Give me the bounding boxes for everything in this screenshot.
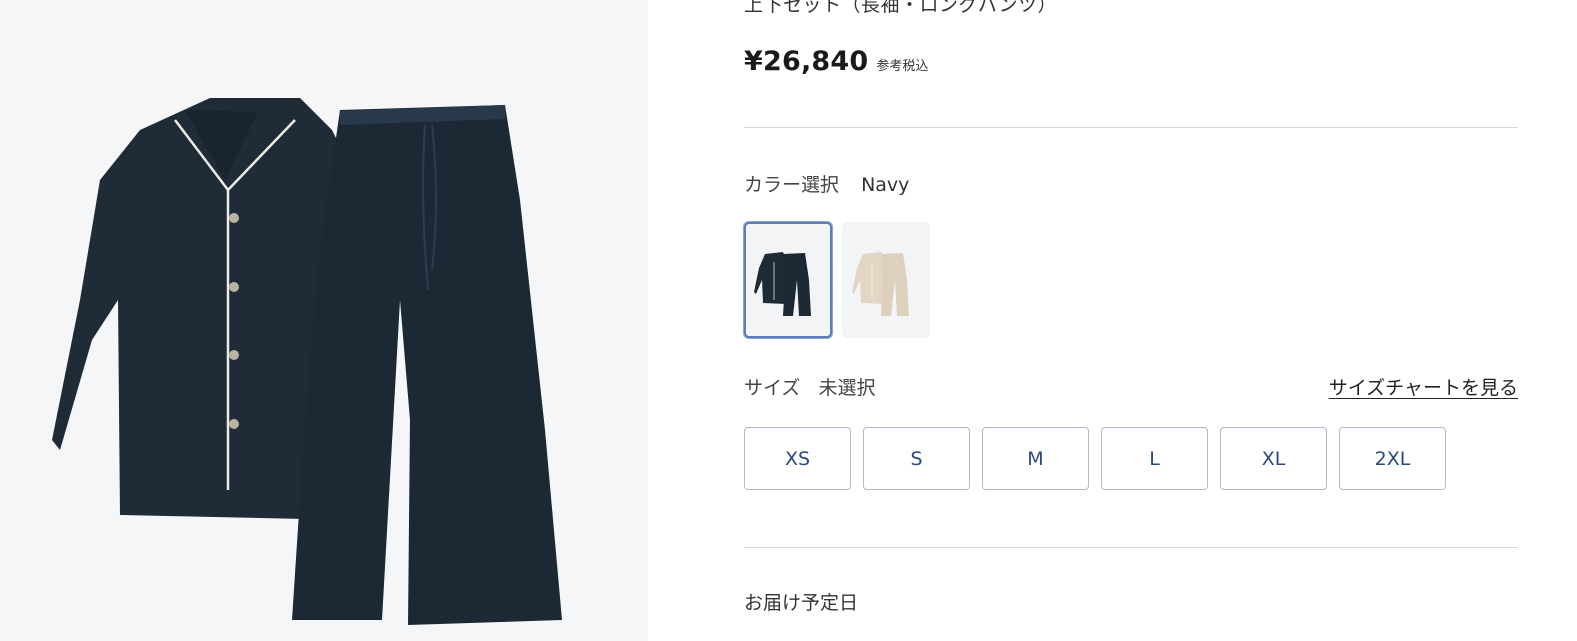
product-detail: 上下セット（長袖・ロングパンツ） ¥26,840 参考税込 カラー選択 Navy… xyxy=(744,0,1518,641)
color-swatch-beige[interactable] xyxy=(842,222,930,338)
size-button-s[interactable]: S xyxy=(863,427,970,490)
tax-note: 参考税込 xyxy=(876,59,929,74)
size-button-m[interactable]: M xyxy=(982,427,1089,490)
color-swatch-navy[interactable] xyxy=(744,222,832,338)
navy-pajama-thumbnail xyxy=(754,252,811,316)
product-image xyxy=(0,0,648,641)
size-selection-label: サイズ 未選択 xyxy=(744,373,876,400)
size-button-2xl[interactable]: 2XL xyxy=(1339,427,1446,490)
selected-color: Navy xyxy=(861,174,910,196)
size-label-text: サイズ xyxy=(744,377,801,399)
size-button-l[interactable]: L xyxy=(1101,427,1208,490)
price-row: ¥26,840 参考税込 xyxy=(744,46,928,77)
size-button-xs[interactable]: XS xyxy=(744,427,851,490)
size-chart-link[interactable]: サイズチャートを見る xyxy=(1329,373,1518,400)
pajama-set-illustration xyxy=(52,98,562,625)
selected-size: 未選択 xyxy=(818,377,876,399)
size-options: XS S M L XL 2XL xyxy=(744,427,1446,490)
delivery-date-label: お届け予定日 xyxy=(744,592,859,614)
product-subtitle: 上下セット（長袖・ロングパンツ） xyxy=(744,0,1057,16)
color-selection-label: カラー選択 Navy xyxy=(744,170,909,197)
color-swatches xyxy=(744,222,930,338)
divider xyxy=(744,547,1518,548)
product-price: ¥26,840 xyxy=(744,46,869,77)
beige-pajama-thumbnail xyxy=(852,252,909,316)
color-label-text: カラー選択 xyxy=(744,174,840,196)
divider xyxy=(744,127,1518,128)
size-button-xl[interactable]: XL xyxy=(1220,427,1327,490)
